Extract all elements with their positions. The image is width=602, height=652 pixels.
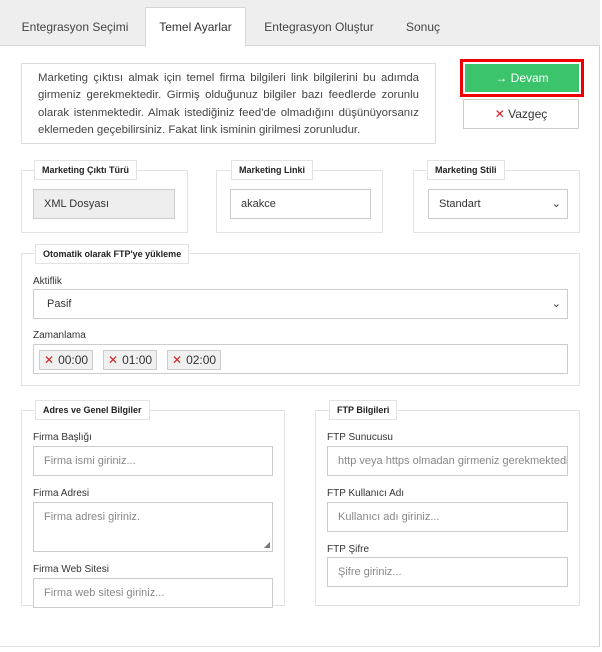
marketing-linki-input[interactable]: akakce xyxy=(230,189,371,219)
ftp-kullanici-input[interactable]: Kullanıcı adı giriniz... xyxy=(327,502,568,532)
marketing-stili-legend: Marketing Stili xyxy=(427,160,505,180)
devam-button[interactable]: → Devam xyxy=(465,64,579,92)
ftp-sunucu-label: FTP Sunucusu xyxy=(327,432,393,443)
adres-legend: Adres ve Genel Bilgiler xyxy=(35,400,150,420)
zamanlama-tags-input[interactable]: ✕ 00:00 ✕ 01:00 ✕ 02:00 xyxy=(33,344,568,374)
wizard-tabbar: Entegrasyon Seçimi Temel Ayarlar Entegra… xyxy=(0,0,600,47)
marketing-linki-legend: Marketing Linki xyxy=(231,160,314,180)
tab-sonuc[interactable]: Sonuç xyxy=(389,8,457,46)
close-icon: ✕ xyxy=(494,107,505,121)
zamanlama-label: Zamanlama xyxy=(33,330,86,341)
time-tag: ✕ 02:00 xyxy=(167,350,222,370)
ftp-sunucu-input[interactable]: http veya https olmadan girmeniz gerekme… xyxy=(327,446,568,476)
tab-entegrasyon-olustur[interactable]: Entegrasyon Oluştur xyxy=(251,8,387,46)
time-tag: ✕ 00:00 xyxy=(39,350,94,370)
devam-button-highlight: → Devam xyxy=(460,59,584,97)
time-tag-label: 02:00 xyxy=(186,353,217,367)
vazgec-button-label: Vazgeç xyxy=(508,107,548,121)
ftp-kullanici-label: FTP Kullanıcı Adı xyxy=(327,488,405,499)
arrow-right-icon: → xyxy=(495,71,508,85)
firma-adresi-label: Firma Adresi xyxy=(33,488,90,499)
close-icon[interactable]: ✕ xyxy=(172,353,182,367)
tab-temel-ayarlar[interactable]: Temel Ayarlar xyxy=(145,7,246,47)
close-icon[interactable]: ✕ xyxy=(44,353,54,367)
aktiflik-select[interactable]: Pasif ⌄ xyxy=(33,289,568,319)
time-tag-label: 00:00 xyxy=(58,353,89,367)
firma-adresi-placeholder: Firma adresi giriniz. xyxy=(44,511,140,523)
firma-basligi-input[interactable]: Firma ismi giriniz... xyxy=(33,446,273,476)
ftp-sifre-label: FTP Şifre xyxy=(327,544,370,555)
firma-basligi-label: Firma Başlığı xyxy=(33,432,92,443)
vazgec-button[interactable]: ✕ Vazgeç xyxy=(463,99,579,129)
marketing-cikti-legend: Marketing Çıktı Türü xyxy=(34,160,138,180)
ftp-legend: FTP Bilgileri xyxy=(329,400,398,420)
aktiflik-value: Pasif xyxy=(47,298,72,310)
tab-entegrasyon-secimi[interactable]: Entegrasyon Seçimi xyxy=(0,8,150,46)
firma-web-input[interactable]: Firma web sitesi giriniz... xyxy=(33,578,273,608)
resize-handle-icon[interactable]: ◢ xyxy=(264,541,270,549)
ftp-upload-legend: Otomatik olarak FTP'ye yükleme xyxy=(35,244,190,264)
ftp-sifre-input[interactable]: Şifre giriniz... xyxy=(327,557,568,587)
chevron-down-icon: ⌄ xyxy=(551,298,561,310)
close-icon[interactable]: ✕ xyxy=(108,353,118,367)
marketing-stili-select[interactable]: Standart ⌄ xyxy=(428,189,568,219)
firma-web-label: Firma Web Sitesi xyxy=(33,564,109,575)
time-tag: ✕ 01:00 xyxy=(103,350,158,370)
bottom-divider xyxy=(0,646,600,652)
marketing-cikti-field: XML Dosyası xyxy=(33,189,175,219)
aktiflik-label: Aktiflik xyxy=(33,276,62,287)
info-text: Marketing çıktısı almak için temel firma… xyxy=(21,63,436,144)
firma-adresi-textarea[interactable]: Firma adresi giriniz. ◢ xyxy=(33,502,273,552)
marketing-stili-value: Standart xyxy=(439,198,481,210)
chevron-down-icon: ⌄ xyxy=(551,198,561,210)
devam-button-label: Devam xyxy=(510,71,549,85)
time-tag-label: 01:00 xyxy=(122,353,153,367)
